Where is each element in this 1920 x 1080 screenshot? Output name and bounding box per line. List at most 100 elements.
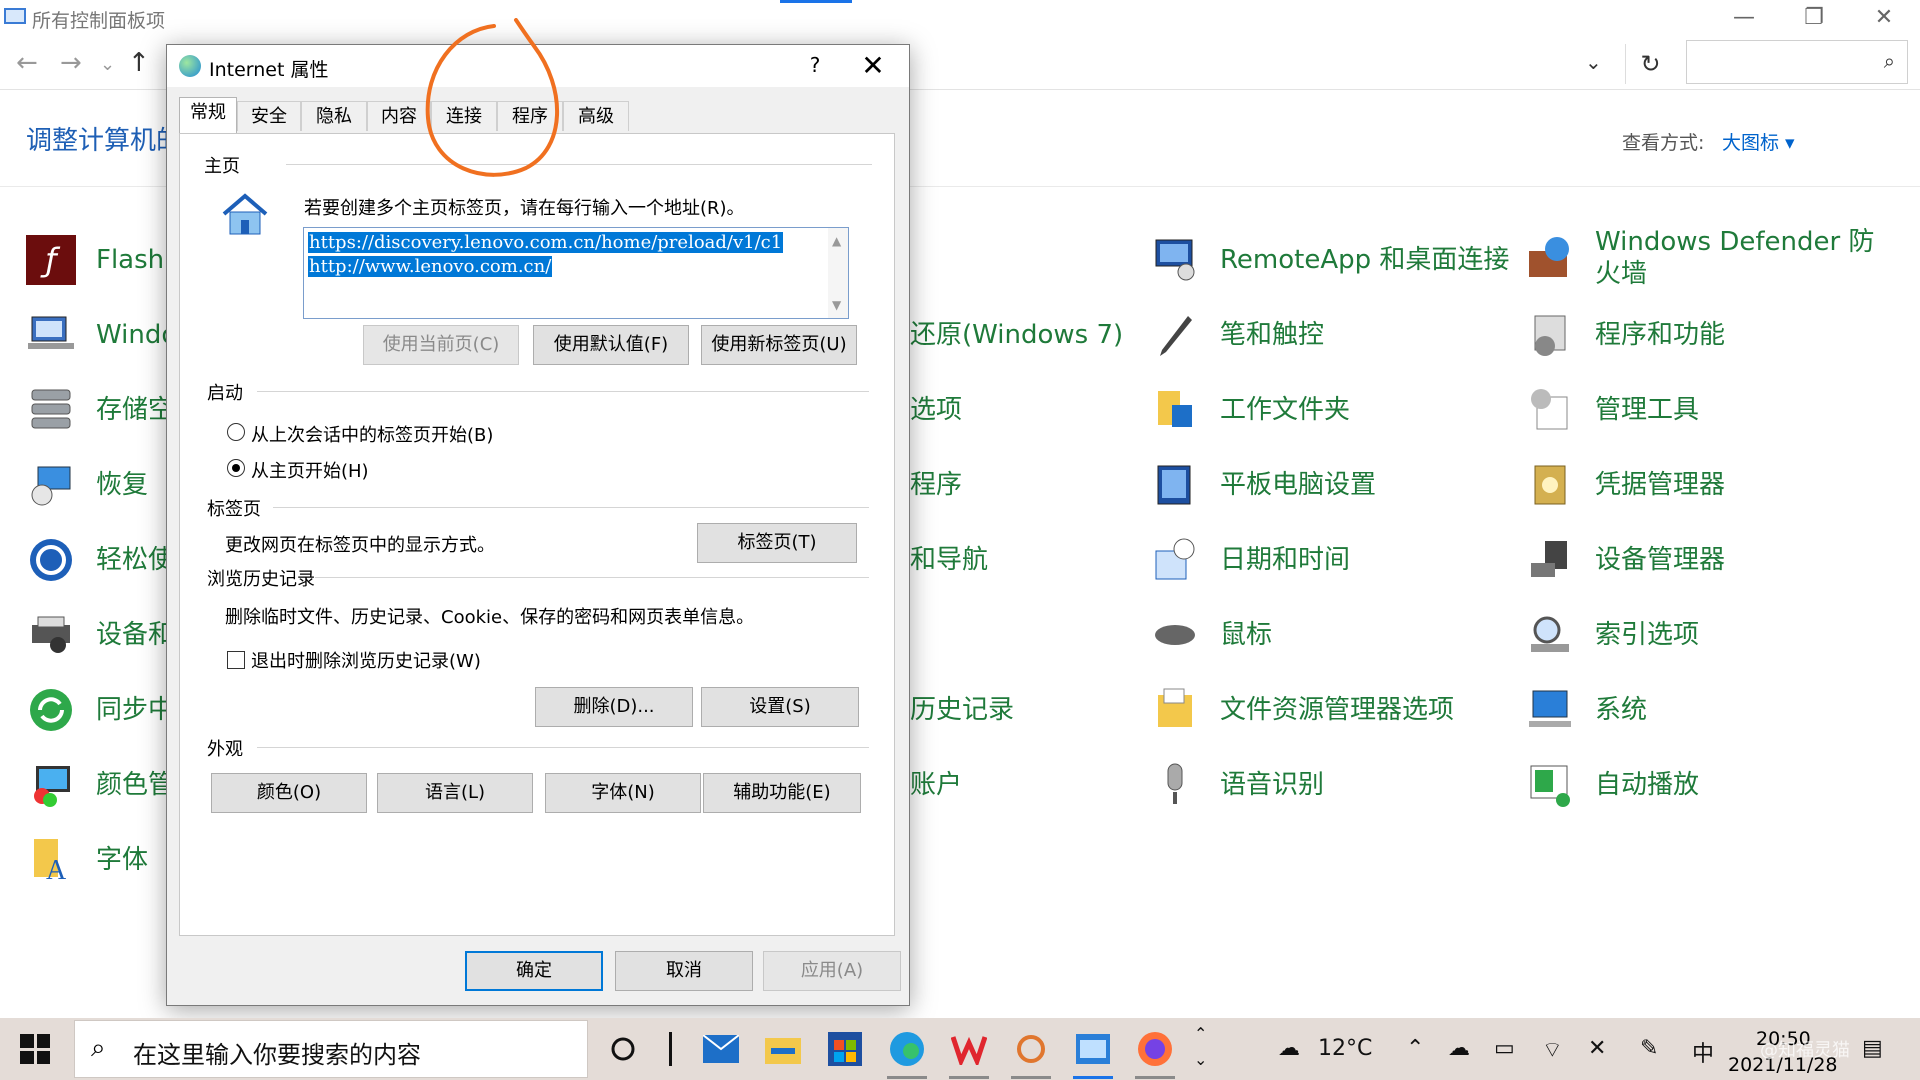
cp-item-programs-features[interactable]: 程序和功能 xyxy=(1525,305,1725,365)
control-panel-icon[interactable] xyxy=(1070,1026,1116,1072)
dialog-close-button[interactable]: ✕ xyxy=(849,49,897,83)
accessibility-button[interactable]: 辅助功能(E) xyxy=(703,773,861,813)
cp-item-navigation[interactable]: 和导航 xyxy=(910,530,988,590)
cp-item-programs[interactable]: 程序 xyxy=(910,455,962,515)
apply-button[interactable]: 应用(A) xyxy=(763,951,901,991)
refresh-icon[interactable]: ↻ xyxy=(1625,44,1675,84)
firefox-icon[interactable] xyxy=(1132,1026,1178,1072)
cp-item-date-time[interactable]: 日期和时间 xyxy=(1150,530,1350,590)
start-last-session-label[interactable]: 从上次会话中的标签页开始(B) xyxy=(251,421,493,447)
edge-icon[interactable] xyxy=(884,1026,930,1072)
cp-item-fonts[interactable]: A 字体 xyxy=(26,830,148,890)
cp-item-ease-of-access[interactable]: 轻松使 xyxy=(26,530,174,590)
home-url-line: http://www.lenovo.com.cn/ xyxy=(308,256,553,277)
notifications-icon[interactable]: ▤ xyxy=(1862,1036,1883,1061)
cp-item-devices-printers[interactable]: 设备和 xyxy=(26,605,174,665)
cp-item-explorer-options[interactable]: 文件资源管理器选项 xyxy=(1150,680,1454,740)
cp-item-pen-touch[interactable]: 笔和触控 xyxy=(1150,305,1324,365)
history-settings-button[interactable]: 设置(S) xyxy=(701,687,859,727)
weather-temperature[interactable]: 12°C xyxy=(1318,1036,1372,1061)
cp-item-admin-tools[interactable]: 管理工具 xyxy=(1525,380,1699,440)
ok-button[interactable]: 确定 xyxy=(465,951,603,991)
cortana-icon[interactable] xyxy=(600,1026,646,1072)
tab-security[interactable]: 安全 xyxy=(237,101,301,131)
languages-button[interactable]: 语言(L) xyxy=(377,773,533,813)
battery-icon[interactable]: ▭ xyxy=(1494,1036,1515,1061)
cp-item-label: 历史记录 xyxy=(910,695,1015,725)
cp-item-firewall[interactable]: Windows Defender 防火墙 xyxy=(1525,227,1895,289)
overflow-up-icon[interactable]: ⌃ xyxy=(1194,1024,1207,1043)
cp-item-label: 管理工具 xyxy=(1595,395,1700,425)
cp-item-tablet[interactable]: 平板电脑设置 xyxy=(1150,455,1376,515)
fonts-button[interactable]: 字体(N) xyxy=(545,773,701,813)
store-icon[interactable] xyxy=(822,1026,868,1072)
cancel-button[interactable]: 取消 xyxy=(615,951,753,991)
mail-icon[interactable] xyxy=(698,1026,744,1072)
cp-item-mouse[interactable]: 鼠标 xyxy=(1150,605,1272,665)
cp-item-credential-manager[interactable]: 凭据管理器 xyxy=(1525,455,1725,515)
use-new-tab-button[interactable]: 使用新标签页(U) xyxy=(701,325,857,365)
colors-button[interactable]: 颜色(O) xyxy=(211,773,367,813)
home-group-label: 主页 xyxy=(204,156,240,177)
cp-item-accounts[interactable]: 账户 xyxy=(910,755,962,815)
start-home-label[interactable]: 从主页开始(H) xyxy=(251,457,369,483)
help-button[interactable]: ? xyxy=(795,53,835,81)
tabs-settings-button[interactable]: 标签页(T) xyxy=(697,523,857,563)
use-current-button[interactable]: 使用当前页(C) xyxy=(363,325,519,365)
cp-item-recovery[interactable]: 恢复 xyxy=(26,455,148,515)
address-dropdown-icon[interactable]: ⌄ xyxy=(1585,50,1602,74)
forward-icon[interactable]: → xyxy=(60,48,82,78)
tab-advanced[interactable]: 高级 xyxy=(563,101,629,131)
cp-item-backup-restore[interactable]: 还原(Windows 7) xyxy=(910,305,1123,365)
onedrive-icon[interactable]: ☁ xyxy=(1448,1036,1470,1061)
cp-item-storage-spaces[interactable]: 存储空 xyxy=(26,380,174,440)
delete-on-exit-checkbox[interactable] xyxy=(227,651,245,669)
delete-history-button[interactable]: 删除(D)... xyxy=(535,687,693,727)
back-icon[interactable]: ← xyxy=(16,48,38,78)
svg-text:A: A xyxy=(46,855,67,883)
wifi-icon[interactable]: ⌔ xyxy=(1542,1036,1563,1064)
cp-item-sync-center[interactable]: 同步中 xyxy=(26,680,174,740)
cp-item-system[interactable]: 系统 xyxy=(1525,680,1647,740)
taskbar-search-box[interactable]: ⌕ 在这里输入你要搜索的内容 xyxy=(74,1020,588,1078)
cp-item-autoplay[interactable]: 自动播放 xyxy=(1525,755,1699,815)
file-explorer-icon[interactable] xyxy=(760,1026,806,1072)
cp-item-label: 还原(Windows 7) xyxy=(910,320,1124,350)
cp-item-options[interactable]: 选项 xyxy=(910,380,962,440)
app-icon[interactable] xyxy=(1008,1026,1054,1072)
show-hidden-icons-icon[interactable]: ⌃ xyxy=(1406,1036,1424,1061)
start-button[interactable] xyxy=(20,1034,50,1064)
control-panel-search-input[interactable]: ⌕ xyxy=(1686,40,1908,84)
cp-item-indexing[interactable]: 索引选项 xyxy=(1525,605,1699,665)
up-icon[interactable]: ↑ xyxy=(128,48,150,78)
cp-item-windows-mobility[interactable]: Windo xyxy=(26,305,177,365)
pen-workspace-icon[interactable]: ✎ xyxy=(1640,1036,1658,1061)
ime-indicator[interactable]: 中 xyxy=(1692,1036,1714,1068)
cp-item-work-folders[interactable]: 工作文件夹 xyxy=(1150,380,1350,440)
delete-on-exit-label[interactable]: 退出时删除浏览历史记录(W) xyxy=(251,647,481,673)
cp-item-color-management[interactable]: 颜色管 xyxy=(26,755,174,815)
scrollbar[interactable]: ▲ ▼ xyxy=(828,228,848,318)
weather-cloud-icon[interactable]: ☁ xyxy=(1278,1036,1300,1061)
home-page-urls-textarea[interactable]: https://discovery.lenovo.com.cn/home/pre… xyxy=(303,227,849,319)
close-button[interactable]: ✕ xyxy=(1852,2,1916,34)
cp-item-speech[interactable]: 语音识别 xyxy=(1150,755,1324,815)
tablet-icon xyxy=(1150,460,1200,510)
view-by-dropdown[interactable]: 大图标 ▾ xyxy=(1722,128,1795,155)
task-view-icon[interactable] xyxy=(648,1026,694,1072)
restore-button[interactable]: ❐ xyxy=(1782,2,1846,34)
minimize-button[interactable]: — xyxy=(1712,2,1776,34)
cp-item-device-manager[interactable]: 设备管理器 xyxy=(1525,530,1725,590)
wps-icon[interactable] xyxy=(946,1026,992,1072)
tab-privacy[interactable]: 隐私 xyxy=(301,101,367,131)
overflow-down-icon[interactable]: ⌄ xyxy=(1194,1050,1207,1069)
cp-item-remoteapp[interactable]: RemoteApp 和桌面连接 xyxy=(1150,230,1509,290)
start-home-radio[interactable] xyxy=(227,459,245,477)
tab-general[interactable]: 常规 xyxy=(179,97,237,135)
cp-item-flash[interactable]: ƒ Flash P xyxy=(26,230,188,290)
cp-item-history[interactable]: 历史记录 xyxy=(910,680,1014,740)
start-last-session-radio[interactable] xyxy=(227,423,245,441)
volume-muted-icon[interactable]: ✕ xyxy=(1588,1036,1606,1061)
use-default-button[interactable]: 使用默认值(F) xyxy=(533,325,689,365)
recent-locations-icon[interactable]: ⌄ xyxy=(100,54,115,75)
